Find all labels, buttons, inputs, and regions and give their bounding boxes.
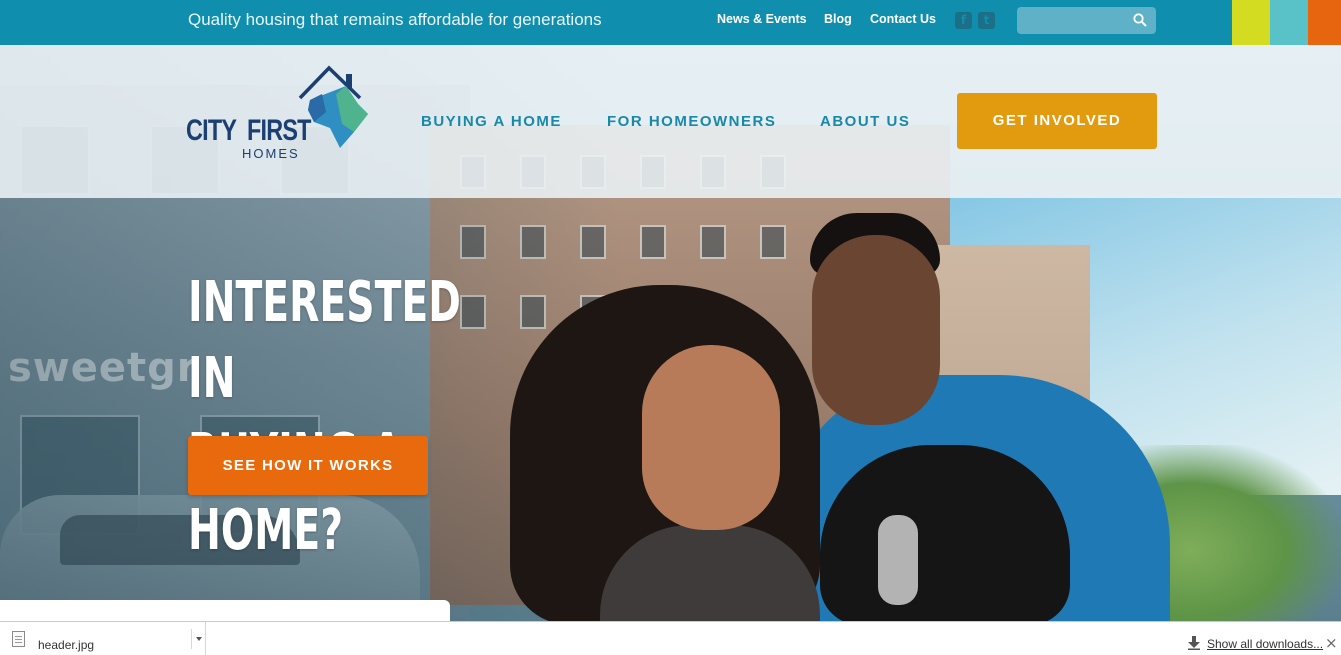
close-icon[interactable]: × xyxy=(1325,634,1338,652)
contact-us-link[interactable]: Contact Us xyxy=(870,12,936,26)
nav-buying-a-home[interactable]: BUYING A HOME xyxy=(421,113,562,130)
nav-for-homeowners[interactable]: FOR HOMEOWNERS xyxy=(607,113,776,130)
get-involved-button[interactable]: GET INVOLVED xyxy=(957,93,1157,149)
news-events-link[interactable]: News & Events xyxy=(717,12,807,26)
cityfirst-logo[interactable]: CITY FIRST HOMES xyxy=(186,64,376,164)
download-item[interactable]: header.jpg xyxy=(0,622,206,655)
hero-headline: INTERESTED IN BUYING A HOME? xyxy=(188,265,516,569)
tagline: Quality housing that remains affordable … xyxy=(188,10,602,29)
see-how-it-works-button[interactable]: SEE HOW IT WORKS xyxy=(188,436,428,495)
color-swatch-lime xyxy=(1232,0,1270,45)
logo-city-text: CITY xyxy=(186,114,237,147)
file-icon xyxy=(12,631,25,647)
man-face xyxy=(812,235,940,425)
blog-link[interactable]: Blog xyxy=(824,12,852,26)
download-arrow-icon xyxy=(1188,636,1200,650)
search-icon[interactable] xyxy=(1133,13,1147,27)
twitter-icon[interactable]: t xyxy=(978,12,995,29)
download-file-name: header.jpg xyxy=(38,638,95,652)
color-swatch-teal xyxy=(1270,0,1308,45)
show-all-downloads-link[interactable]: Show all downloads... xyxy=(1207,637,1323,651)
dog xyxy=(820,445,1070,621)
chevron-down-icon[interactable] xyxy=(191,629,205,649)
headline-line-1: INTERESTED IN xyxy=(188,270,461,411)
search-input[interactable] xyxy=(1023,11,1131,30)
dog-beard xyxy=(878,515,918,605)
content-tab xyxy=(0,600,450,621)
woman-face xyxy=(642,345,780,530)
color-swatch-orange xyxy=(1308,0,1341,45)
search-box[interactable] xyxy=(1017,7,1156,34)
logo-first-text: FIRST xyxy=(247,114,311,147)
logo-homes-text: HOMES xyxy=(242,146,300,161)
download-bar: header.jpg xyxy=(0,621,1341,655)
nav-about-us[interactable]: ABOUT US xyxy=(820,113,910,130)
facebook-icon[interactable]: f xyxy=(955,12,972,29)
top-utility-bar: Quality housing that remains affordable … xyxy=(0,0,1341,45)
